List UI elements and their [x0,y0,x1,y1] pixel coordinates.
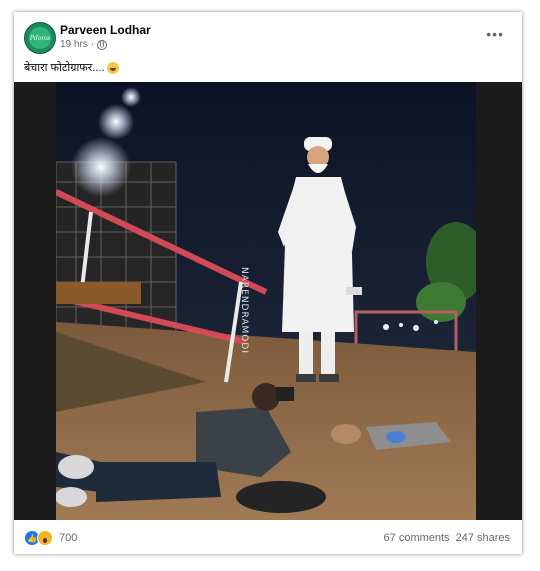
reaction-count[interactable]: 700 [59,532,77,544]
engagement-stats: 67 comments 247 shares [384,532,510,544]
flood-light [71,137,131,197]
tree [416,282,466,322]
reactions-summary[interactable]: 👍 700 [24,530,77,546]
more-options-icon[interactable]: ••• [486,27,504,41]
caption-text: बेचारा फोटोग्राफर.... [24,62,105,74]
globe-icon [97,39,108,50]
author-avatar[interactable]: Pdoms [24,22,56,54]
author-name[interactable]: Parveen Lodhar [60,23,151,37]
post-meta: 19 hrs · [60,39,108,50]
watermark-text: NARENDRAMODI [239,267,249,354]
bench [56,282,141,304]
comments-count[interactable]: 67 comments [384,532,450,544]
facebook-post-card: Pdoms Parveen Lodhar 19 hrs · ••• बेचारा… [14,12,522,554]
grinning-sweat-emoji-icon [106,61,119,74]
blue-tarp [386,431,406,443]
photo-illustration: NARENDRAMODI [56,82,476,520]
post-footer: 👍 700 67 comments 247 shares [14,520,522,554]
post-header: Pdoms Parveen Lodhar 19 hrs · ••• बेचारा… [14,12,522,82]
post-image[interactable]: NARENDRAMODI [56,82,476,520]
flood-light [121,87,141,107]
meta-separator: · [90,39,95,50]
post-timestamp[interactable]: 19 hrs [60,39,88,50]
flood-light [98,104,134,140]
avatar-logo: Pdoms [29,27,51,49]
rock [331,424,361,444]
wow-icon [37,530,53,546]
shares-count[interactable]: 247 shares [456,532,510,544]
post-caption: बेचारा फोटोग्राफर.... [24,60,119,75]
